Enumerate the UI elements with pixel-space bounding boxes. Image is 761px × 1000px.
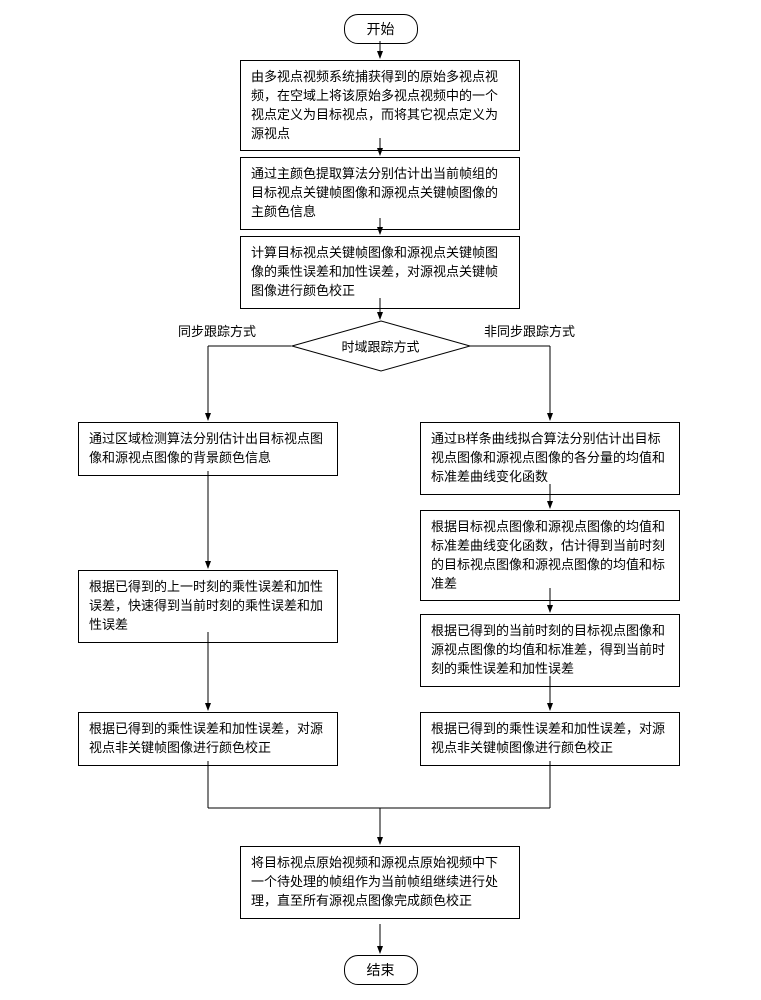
step-3: 计算目标视点关键帧图像和源视点关键帧图像的乘性误差和加性误差，对源视点关键帧图像… (240, 236, 520, 309)
end-label: 结束 (367, 964, 395, 979)
left-step-a-text: 通过区域检测算法分别估计出目标视点图像和源视点图像的背景颜色信息 (89, 431, 323, 465)
right-step-a-text: 通过B样条曲线拟合算法分别估计出目标视点图像和源视点图像的各分量的均值和标准差曲… (431, 431, 665, 484)
left-step-b: 根据已得到的上一时刻的乘性误差和加性误差，快速得到当前时刻的乘性误差和加性误差 (78, 570, 338, 643)
left-step-c-text: 根据已得到的乘性误差和加性误差，对源视点非关键帧图像进行颜色校正 (89, 721, 323, 755)
step-2: 通过主颜色提取算法分别估计出当前帧组的目标视点关键帧图像和源视点关键帧图像的主颜… (240, 157, 520, 230)
start-terminal: 开始 (344, 14, 418, 44)
right-step-d: 根据已得到的乘性误差和加性误差，对源视点非关键帧图像进行颜色校正 (420, 712, 680, 766)
step-1: 由多视点视频系统捕获得到的原始多视点视频，在空域上将该原始多视点视频中的一个视点… (240, 60, 520, 151)
merge-step: 将目标视点原始视频和源视点原始视频中下一个待处理的帧组作为当前帧组继续进行处理，… (240, 846, 520, 919)
right-step-d-text: 根据已得到的乘性误差和加性误差，对源视点非关键帧图像进行颜色校正 (431, 721, 665, 755)
start-label: 开始 (367, 23, 395, 38)
right-step-b-text: 根据目标视点图像和源视点图像的均值和标准差曲线变化函数，估计得到当前时刻的目标视… (431, 519, 665, 591)
right-step-c: 根据已得到的当前时刻的目标视点图像和源视点图像的均值和标准差，得到当前时刻的乘性… (420, 614, 680, 687)
end-terminal: 结束 (344, 955, 418, 985)
step-2-text: 通过主颜色提取算法分别估计出当前帧组的目标视点关键帧图像和源视点关键帧图像的主颜… (251, 166, 498, 219)
decision-label: 时域跟踪方式 (291, 337, 471, 356)
left-step-a: 通过区域检测算法分别估计出目标视点图像和源视点图像的背景颜色信息 (78, 422, 338, 476)
left-step-c: 根据已得到的乘性误差和加性误差，对源视点非关键帧图像进行颜色校正 (78, 712, 338, 766)
merge-step-text: 将目标视点原始视频和源视点原始视频中下一个待处理的帧组作为当前帧组继续进行处理，… (251, 855, 498, 908)
right-step-a: 通过B样条曲线拟合算法分别估计出目标视点图像和源视点图像的各分量的均值和标准差曲… (420, 422, 680, 495)
step-3-text: 计算目标视点关键帧图像和源视点关键帧图像的乘性误差和加性误差，对源视点关键帧图像… (251, 245, 498, 298)
decision-tracking-mode: 时域跟踪方式 (291, 320, 471, 372)
branch-left-label: 同步跟踪方式 (176, 321, 258, 340)
step-1-text: 由多视点视频系统捕获得到的原始多视点视频，在空域上将该原始多视点视频中的一个视点… (251, 69, 498, 141)
right-step-c-text: 根据已得到的当前时刻的目标视点图像和源视点图像的均值和标准差，得到当前时刻的乘性… (431, 623, 665, 676)
left-step-b-text: 根据已得到的上一时刻的乘性误差和加性误差，快速得到当前时刻的乘性误差和加性误差 (89, 579, 323, 632)
branch-right-label: 非同步跟踪方式 (482, 321, 577, 340)
right-step-b: 根据目标视点图像和源视点图像的均值和标准差曲线变化函数，估计得到当前时刻的目标视… (420, 510, 680, 601)
